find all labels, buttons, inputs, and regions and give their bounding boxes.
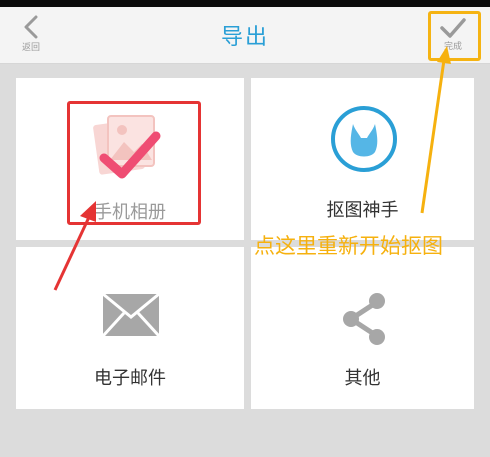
red-arrow-line: [53, 214, 92, 291]
red-arrow-head: [80, 201, 96, 222]
yellow-arrow-head: [437, 46, 451, 64]
annotation-arrows: [53, 46, 451, 291]
yellow-arrow-line: [420, 59, 446, 214]
